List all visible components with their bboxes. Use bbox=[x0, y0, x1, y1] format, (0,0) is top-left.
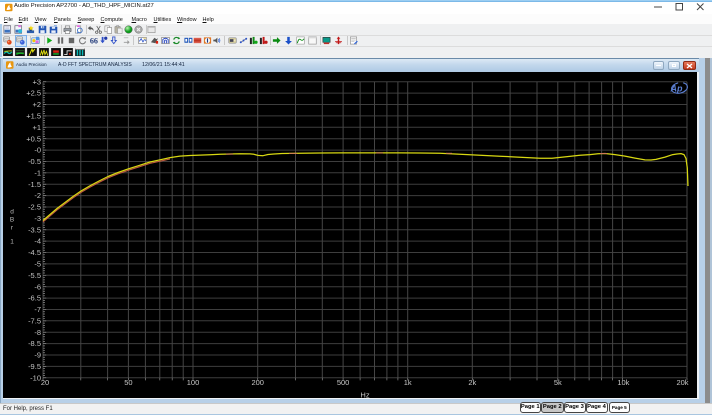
svg-text:1k: 1k bbox=[404, 378, 412, 387]
svg-text:+0.5: +0.5 bbox=[26, 134, 41, 143]
svg-text:+2.5: +2.5 bbox=[26, 89, 41, 98]
svg-text:5k: 5k bbox=[554, 378, 562, 387]
svg-text:-0.5: -0.5 bbox=[28, 157, 41, 166]
svg-text:+1.5: +1.5 bbox=[26, 112, 41, 121]
svg-text:B: B bbox=[10, 217, 14, 224]
svg-text:-9: -9 bbox=[34, 351, 41, 360]
svg-text:10k: 10k bbox=[617, 378, 629, 387]
svg-text:-7: -7 bbox=[34, 305, 41, 314]
svg-text:-3: -3 bbox=[34, 214, 41, 223]
svg-text:+2: +2 bbox=[32, 100, 41, 109]
svg-text:-6.5: -6.5 bbox=[28, 294, 41, 303]
svg-text:200: 200 bbox=[251, 378, 264, 387]
svg-text:-4.5: -4.5 bbox=[28, 248, 41, 257]
svg-text:-7.5: -7.5 bbox=[28, 316, 41, 325]
svg-text:-10: -10 bbox=[30, 373, 41, 382]
svg-text:+3: +3 bbox=[32, 77, 41, 86]
svg-text:500: 500 bbox=[337, 378, 350, 387]
svg-text:-8.5: -8.5 bbox=[28, 339, 41, 348]
svg-text:-4: -4 bbox=[34, 237, 41, 246]
svg-text:-1: -1 bbox=[34, 168, 41, 177]
svg-text:-5: -5 bbox=[34, 260, 41, 269]
svg-text:d: d bbox=[10, 209, 14, 216]
svg-text:-3.5: -3.5 bbox=[28, 225, 41, 234]
svg-text:-6: -6 bbox=[34, 282, 41, 291]
svg-text:50: 50 bbox=[124, 378, 132, 387]
svg-text:-0: -0 bbox=[34, 146, 41, 155]
svg-text:-1.5: -1.5 bbox=[28, 180, 41, 189]
svg-text:66: 66 bbox=[89, 37, 97, 45]
svg-text:-9.5: -9.5 bbox=[28, 362, 41, 371]
svg-text:-2.5: -2.5 bbox=[28, 203, 41, 212]
svg-text:1: 1 bbox=[10, 239, 14, 246]
svg-text:-2: -2 bbox=[34, 191, 41, 200]
svg-text:20k: 20k bbox=[676, 378, 688, 387]
svg-text:-8: -8 bbox=[34, 328, 41, 337]
svg-text:2k: 2k bbox=[468, 378, 476, 387]
svg-text:100: 100 bbox=[187, 378, 200, 387]
svg-text:+1: +1 bbox=[32, 123, 41, 132]
svg-text:Hz: Hz bbox=[360, 391, 369, 399]
svg-text:Ap: Ap bbox=[670, 84, 683, 94]
svg-text:-5.5: -5.5 bbox=[28, 271, 41, 280]
svg-text:20: 20 bbox=[41, 378, 49, 387]
